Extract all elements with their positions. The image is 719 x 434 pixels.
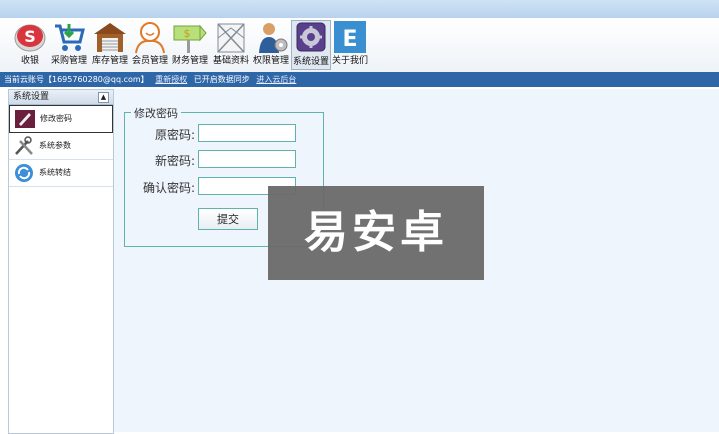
sidebar-title: 系统设置 [13,92,50,102]
new-password-row: 新密码: [125,150,323,170]
account-text: 当前云账号【1695760280@qq.com】 [4,75,149,84]
toolbar-label-member: 会员管理 [131,56,168,66]
tools-icon [15,136,33,155]
old-password-row: 原密码: [125,124,323,144]
old-password-input[interactable] [198,124,296,142]
sidebar-header: 系统设置 ▲ [9,90,113,105]
sync-status: 已开启数据同步 [193,75,250,84]
svg-text:E: E [342,27,357,52]
cloud-backend-link[interactable]: 进入云后台 [256,75,296,84]
toolbar-label-system-settings: 系统设置 [292,57,329,67]
new-password-input[interactable] [198,150,296,168]
sidebar-item-system-params[interactable]: 系统参数 [9,133,113,160]
submit-button[interactable]: 提交 [198,208,258,230]
main-toolbar: S 收银 采购管理 库存管理 会员管理 $ 财务管理 基础资料 权限管理 系统设… [0,18,719,73]
toolbar-permission[interactable]: 权限管理 [251,20,291,70]
toolbar-about[interactable]: E 关于我们 [330,20,370,70]
about-icon: E [334,21,366,53]
sidebar-item-change-password[interactable]: 修改密码 [9,105,113,133]
svg-text:S: S [24,27,36,46]
basic-data-icon [217,23,245,53]
watermark-overlay: 易安卓 [268,186,484,280]
toolbar-label-finance: 财务管理 [171,56,208,66]
collapse-icon[interactable]: ▲ [98,92,109,103]
system-settings-icon [296,22,326,52]
old-password-label: 原密码: [154,128,195,142]
toolbar-label-about: 关于我们 [331,56,368,66]
permission-icon [259,23,288,53]
sidebar: 系统设置 ▲ 修改密码 系统参数 系统转结 [8,89,114,434]
finance-icon: $ [173,24,207,53]
toolbar-member[interactable]: 会员管理 [130,20,170,70]
confirm-password-label: 确认密码: [142,181,195,195]
reauthorize-link[interactable]: 重新授权 [155,75,187,84]
toolbar-inventory[interactable]: 库存管理 [90,20,130,70]
recycle-icon [15,164,33,182]
form-legend: 修改密码 [131,105,181,121]
sidebar-item-system-carryover[interactable]: 系统转结 [9,160,113,187]
toolbar-purchase[interactable]: 采购管理 [49,20,89,70]
window-title-bar [0,0,719,18]
sidebar-item-label: 修改密码 [40,114,72,123]
member-icon [135,22,165,54]
toolbar-cashier[interactable]: S 收银 [10,20,50,70]
cashier-icon: S [14,24,46,52]
toolbar-label-purchase: 采购管理 [50,56,87,66]
shopping-cart-icon [55,24,85,51]
toolbar-label-permission: 权限管理 [252,56,289,66]
toolbar-system-settings[interactable]: 系统设置 [291,20,331,70]
sidebar-item-label: 系统参数 [39,141,71,150]
sidebar-item-label: 系统转结 [39,168,71,177]
toolbar-label-cashier: 收银 [20,56,39,66]
toolbar-label-basic-data: 基础资料 [212,56,249,66]
toolbar-finance[interactable]: $ 财务管理 [170,20,210,70]
account-info-bar: 当前云账号【1695760280@qq.com】 重新授权 已开启数据同步 进入… [0,72,719,87]
new-password-label: 新密码: [154,154,195,168]
edit-password-icon [15,110,35,128]
svg-text:$: $ [184,27,191,40]
toolbar-label-inventory: 库存管理 [91,56,128,66]
toolbar-basic-data[interactable]: 基础资料 [211,20,251,70]
warehouse-icon [94,23,126,52]
